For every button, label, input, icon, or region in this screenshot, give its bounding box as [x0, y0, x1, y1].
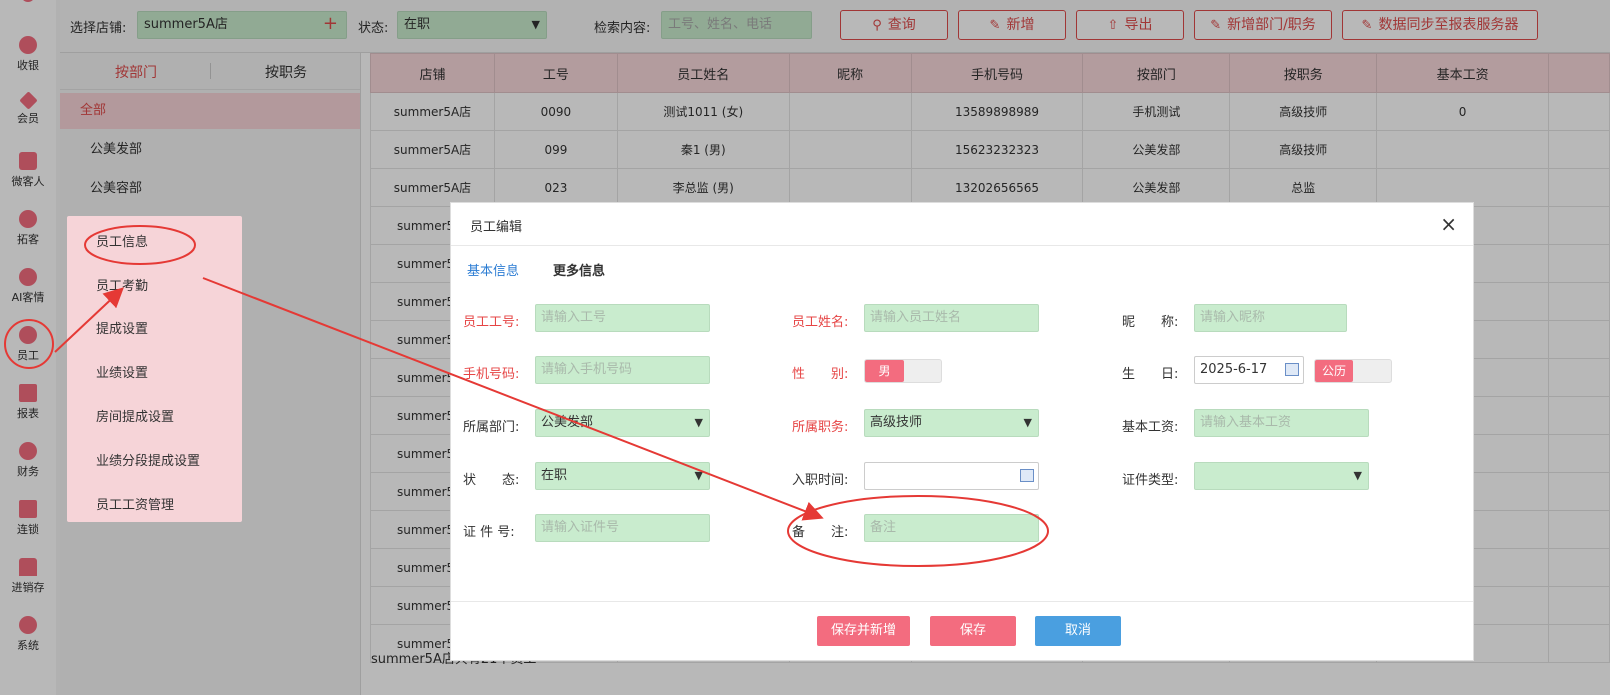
birthday-label: 生 日:	[1122, 367, 1179, 382]
save-button[interactable]: 保存	[930, 616, 1016, 646]
submenu-item-salary[interactable]: 员工工资管理	[96, 494, 174, 513]
dept-value: 公美发部	[541, 415, 594, 430]
calendar-type-value: 公历	[1315, 360, 1353, 382]
chevron-down-icon: ▼	[694, 416, 703, 429]
remark-label: 备 注:	[792, 525, 849, 540]
phone-input[interactable]: 请输入手机号码	[535, 356, 710, 384]
birthday-input[interactable]: 2025-6-17	[1194, 356, 1304, 384]
phone-label: 手机号码:	[463, 367, 520, 382]
calendar-icon[interactable]	[1285, 363, 1299, 376]
dialog-title: 员工编辑	[470, 220, 523, 235]
remark-input[interactable]: 备注	[864, 514, 1039, 542]
emp-no-input[interactable]: 请输入工号	[535, 304, 710, 332]
close-icon[interactable]: ×	[1440, 212, 1457, 236]
gender-label: 性 别:	[792, 367, 849, 382]
chevron-down-icon: ▼	[1023, 416, 1032, 429]
chevron-down-icon: ▼	[1353, 469, 1362, 482]
name-placeholder: 请输入员工姓名	[870, 310, 962, 325]
name-input[interactable]: 请输入员工姓名	[864, 304, 1039, 332]
status-select[interactable]: 在职 ▼	[535, 462, 710, 490]
gender-value: 男	[865, 360, 904, 382]
status-label: 状 态:	[463, 473, 520, 488]
staff-submenu: 员工信息 员工考勤 提成设置 业绩设置 房间提成设置 业绩分段提成设置 员工工资…	[67, 216, 242, 522]
emp-no-placeholder: 请输入工号	[541, 310, 607, 325]
chevron-down-icon: ▼	[694, 469, 703, 482]
id-number-input[interactable]: 请输入证件号	[535, 514, 710, 542]
submenu-item-tiered-commission[interactable]: 业绩分段提成设置	[96, 450, 200, 469]
id-type-label: 证件类型:	[1122, 473, 1179, 488]
submenu-item-room-commission[interactable]: 房间提成设置	[96, 406, 174, 425]
dialog-header: 员工编辑 ×	[451, 203, 1473, 246]
hire-date-input[interactable]	[864, 462, 1039, 490]
emp-no-label: 员工工号:	[463, 315, 520, 330]
dept-select[interactable]: 公美发部 ▼	[535, 409, 710, 437]
birthday-value: 2025-6-17	[1200, 362, 1268, 377]
salary-input[interactable]: 请输入基本工资	[1194, 409, 1369, 437]
dialog-footer-divider	[451, 601, 1473, 602]
submenu-item-attendance[interactable]: 员工考勤	[96, 275, 148, 294]
submenu-item-staff-info[interactable]: 员工信息	[96, 231, 148, 250]
salary-label: 基本工资:	[1122, 420, 1179, 435]
cancel-button[interactable]: 取消	[1035, 616, 1121, 646]
submenu-item-performance[interactable]: 业绩设置	[96, 362, 148, 381]
tab-basic-info[interactable]: 基本信息	[467, 260, 519, 279]
position-select[interactable]: 高级技师 ▼	[864, 409, 1039, 437]
hire-date-label: 入职时间:	[792, 473, 849, 488]
position-value: 高级技师	[870, 415, 923, 430]
name-label: 员工姓名:	[792, 315, 849, 330]
gender-toggle[interactable]: 男	[864, 359, 942, 383]
position-label: 所属职务:	[792, 420, 849, 435]
phone-placeholder: 请输入手机号码	[541, 362, 633, 377]
save-and-new-button[interactable]: 保存并新增	[817, 616, 910, 646]
tab-more-info[interactable]: 更多信息	[553, 260, 605, 279]
salary-placeholder: 请输入基本工资	[1200, 415, 1292, 430]
status-value: 在职	[541, 468, 568, 483]
id-number-label: 证 件 号:	[463, 525, 515, 540]
remark-placeholder: 备注	[870, 520, 897, 535]
nickname-placeholder: 请输入昵称	[1200, 310, 1266, 325]
id-type-select[interactable]: ▼	[1194, 462, 1369, 490]
nickname-label: 昵 称:	[1122, 315, 1179, 330]
submenu-item-commission[interactable]: 提成设置	[96, 318, 148, 337]
id-number-placeholder: 请输入证件号	[541, 520, 620, 535]
calendar-icon[interactable]	[1020, 469, 1034, 482]
dept-label: 所属部门:	[463, 420, 520, 435]
employee-edit-dialog: 员工编辑 × 基本信息 更多信息 员工工号: 请输入工号 员工姓名: 请输入员工…	[450, 202, 1474, 661]
nickname-input[interactable]: 请输入昵称	[1194, 304, 1347, 332]
calendar-type-toggle[interactable]: 公历	[1314, 359, 1392, 383]
